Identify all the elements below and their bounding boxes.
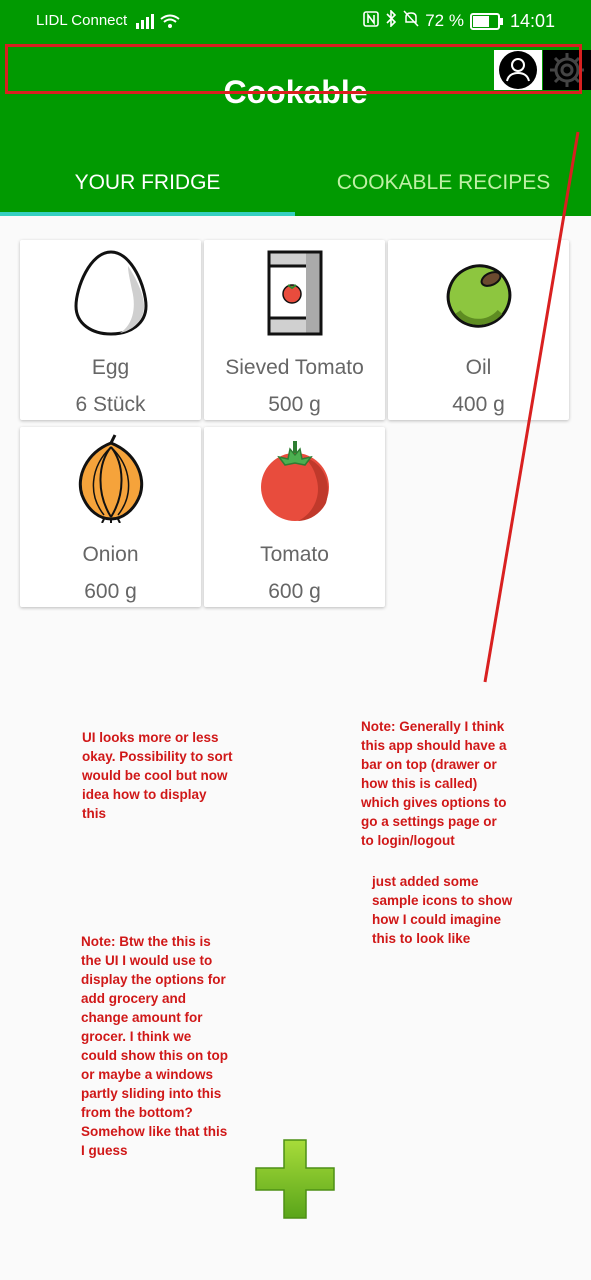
battery-icon bbox=[469, 12, 503, 30]
tab-bar: YOUR FRIDGE COOKABLE RECIPES bbox=[0, 154, 591, 216]
item-name: Egg bbox=[91, 356, 130, 379]
fridge-item-card[interactable]: Oil 400 g bbox=[388, 240, 569, 420]
item-quantity: 500 g bbox=[268, 393, 321, 416]
nfc-icon bbox=[363, 10, 380, 32]
item-name: Sieved Tomato bbox=[225, 356, 364, 379]
mute-bell-icon bbox=[403, 10, 419, 32]
item-name: Tomato bbox=[260, 543, 329, 566]
clock: 14:01 bbox=[509, 10, 555, 31]
annotation-note-sort: UI looks more or less okay. Possibility t… bbox=[82, 730, 233, 821]
fridge-item-card[interactable]: Egg 6 Stück bbox=[20, 240, 201, 420]
tab-indicator bbox=[0, 212, 295, 216]
status-bar: LIDL Connect 72 % 14:01 bbox=[0, 0, 591, 42]
fridge-item-card[interactable]: Tomato 600 g bbox=[204, 427, 385, 607]
annotation-note-icons: just added some sample icons to show how I… bbox=[372, 874, 513, 946]
battery-percent: 72 % bbox=[425, 11, 464, 30]
carrier-label: LIDL Connect bbox=[36, 12, 128, 29]
item-quantity: 6 Stück bbox=[75, 393, 146, 416]
onion-icon bbox=[68, 433, 154, 524]
fridge-item-card[interactable]: Sieved Tomato 500 g bbox=[204, 240, 385, 420]
signal-wifi-icon bbox=[136, 12, 182, 34]
tomato-icon bbox=[252, 433, 338, 523]
annotation-highlight-box bbox=[5, 44, 582, 94]
add-grocery-button[interactable] bbox=[254, 1138, 336, 1220]
sieved-tomato-icon bbox=[252, 246, 338, 336]
item-quantity: 600 g bbox=[268, 580, 321, 603]
item-name: Oil bbox=[465, 356, 492, 379]
plus-icon bbox=[255, 1139, 335, 1219]
annotation-note-add-grocery: Note: Btw the this is the UI I would use … bbox=[81, 934, 228, 1158]
egg-icon bbox=[68, 246, 154, 336]
status-right: 72 % 14:01 bbox=[363, 9, 555, 32]
fridge-item-card[interactable]: Onion 600 g bbox=[20, 427, 201, 607]
olive-icon bbox=[436, 246, 522, 336]
tab-your-fridge[interactable]: YOUR FRIDGE bbox=[0, 154, 295, 212]
item-quantity: 400 g bbox=[452, 393, 505, 416]
item-quantity: 600 g bbox=[84, 580, 137, 603]
bluetooth-icon bbox=[385, 9, 397, 32]
tab-cookable-recipes[interactable]: COOKABLE RECIPES bbox=[296, 154, 591, 212]
annotation-note-top-bar: Note: Generally I think this app should h… bbox=[361, 719, 507, 848]
item-name: Onion bbox=[82, 543, 139, 566]
app-bar: Cookable YOUR FRIDGE COOKABLE RECIPES bbox=[0, 42, 591, 216]
